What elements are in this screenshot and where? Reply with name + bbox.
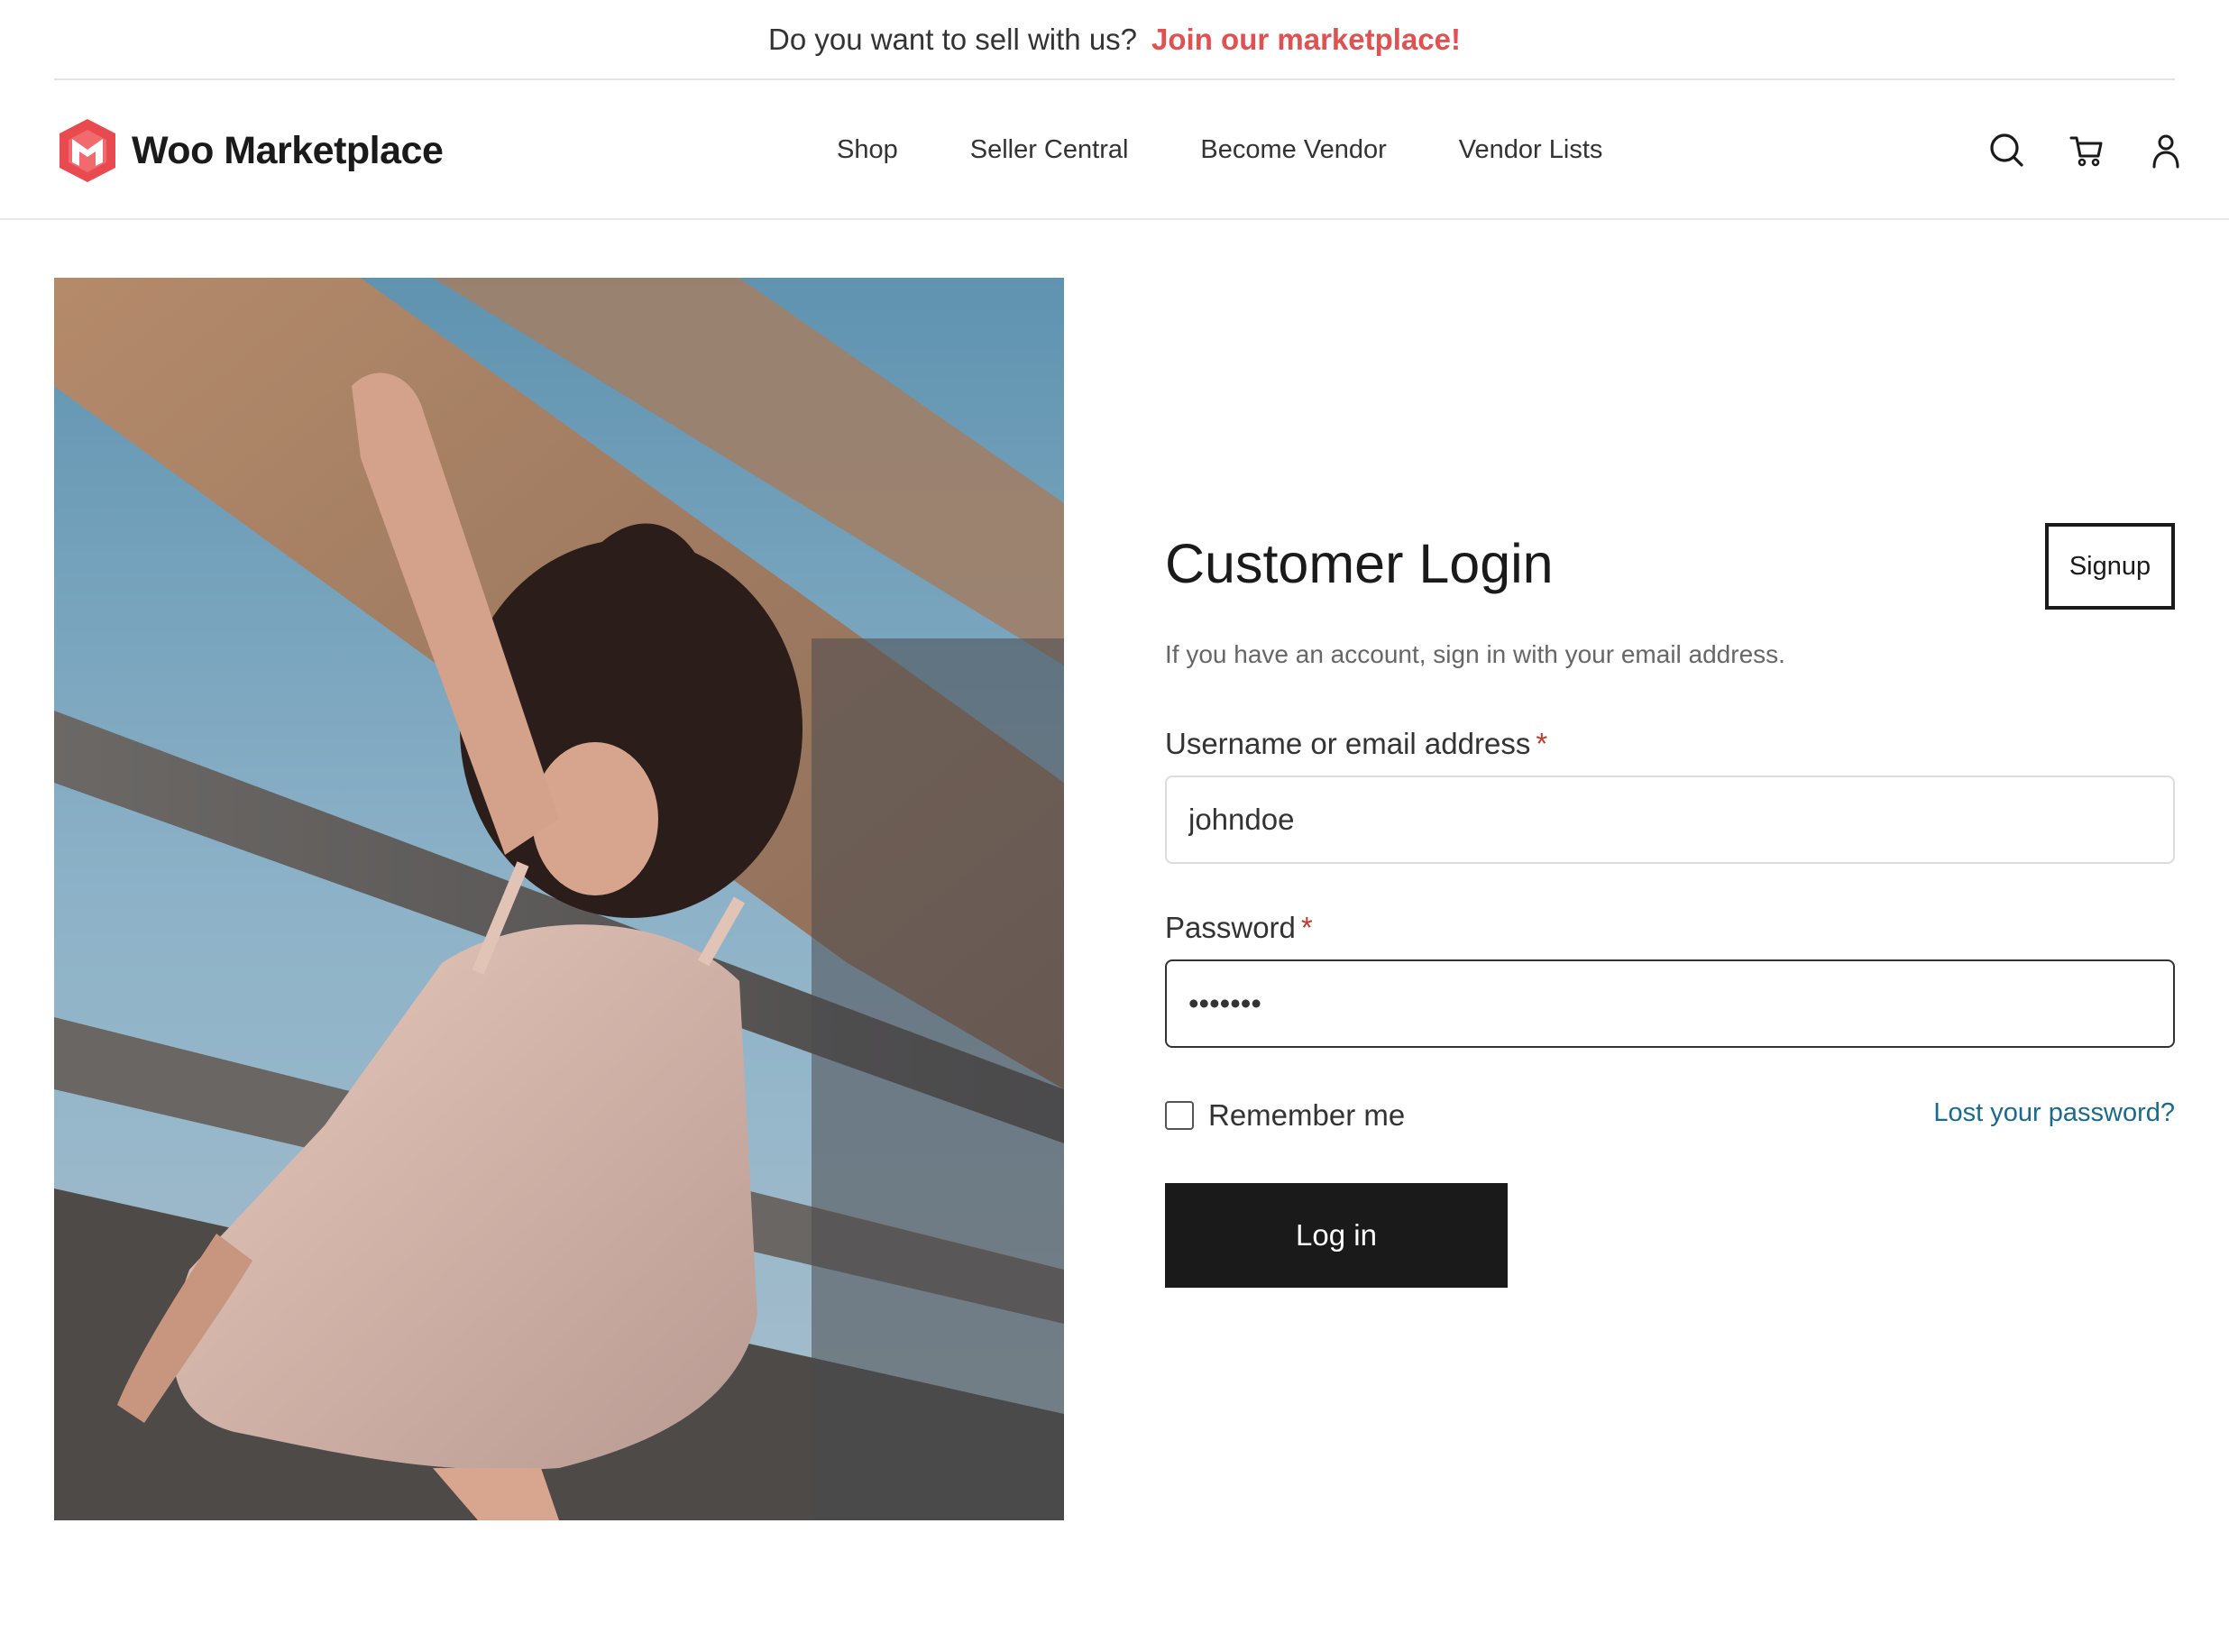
cart-icon[interactable]	[2067, 131, 2106, 170]
login-header: Customer Login Signup	[1165, 523, 2175, 610]
search-icon[interactable]	[1987, 131, 2027, 170]
announcement-bar: Do you want to sell with us? Join our ma…	[54, 0, 2175, 80]
main-nav: Shop Seller Central Become Vendor Vendor…	[837, 80, 1674, 220]
nav-item-seller-central[interactable]: Seller Central	[970, 135, 1129, 165]
username-label-text: Username or email address	[1165, 727, 1531, 760]
page-title: Customer Login	[1165, 533, 1554, 594]
required-marker: *	[1300, 911, 1313, 944]
nav-item-shop[interactable]: Shop	[837, 135, 898, 165]
hero-photo	[54, 278, 1064, 1520]
signup-button[interactable]: Signup	[2045, 523, 2175, 610]
password-field[interactable]	[1165, 959, 2175, 1048]
join-marketplace-link[interactable]: Join our marketplace!	[1151, 23, 1461, 57]
password-label: Password *	[1165, 911, 2175, 945]
account-icon[interactable]	[2146, 131, 2186, 170]
header-actions	[1948, 80, 2186, 220]
password-label-text: Password	[1165, 911, 1296, 944]
site-header: Woo Marketplace Shop Seller Central Beco…	[0, 80, 2229, 220]
login-subtitle: If you have an account, sign in with you…	[1165, 640, 1785, 668]
required-marker: *	[1536, 727, 1548, 760]
lost-password-link[interactable]: Lost your password?	[1933, 1098, 2175, 1128]
remember-me-checkbox[interactable]	[1165, 1101, 1194, 1130]
remember-me-label: Remember me	[1208, 1098, 1406, 1132]
brand-home-link[interactable]: Woo Marketplace	[56, 115, 444, 187]
brand-name: Woo Marketplace	[132, 128, 444, 172]
username-field[interactable]	[1165, 776, 2175, 864]
login-panel: Customer Login Signup If you have an acc…	[1165, 523, 2175, 1288]
nav-item-vendor-lists[interactable]: Vendor Lists	[1459, 135, 1603, 165]
login-button[interactable]: Log in	[1165, 1183, 1508, 1288]
nav-item-become-vendor[interactable]: Become Vendor	[1200, 135, 1386, 165]
remember-me-toggle[interactable]: Remember me	[1165, 1098, 1405, 1133]
announcement-text: Do you want to sell with us?	[768, 22, 1138, 56]
marketplace-logo-icon	[56, 117, 119, 184]
username-label: Username or email address *	[1165, 727, 2175, 761]
remember-row: Remember me Lost your password?	[1165, 1098, 2175, 1133]
